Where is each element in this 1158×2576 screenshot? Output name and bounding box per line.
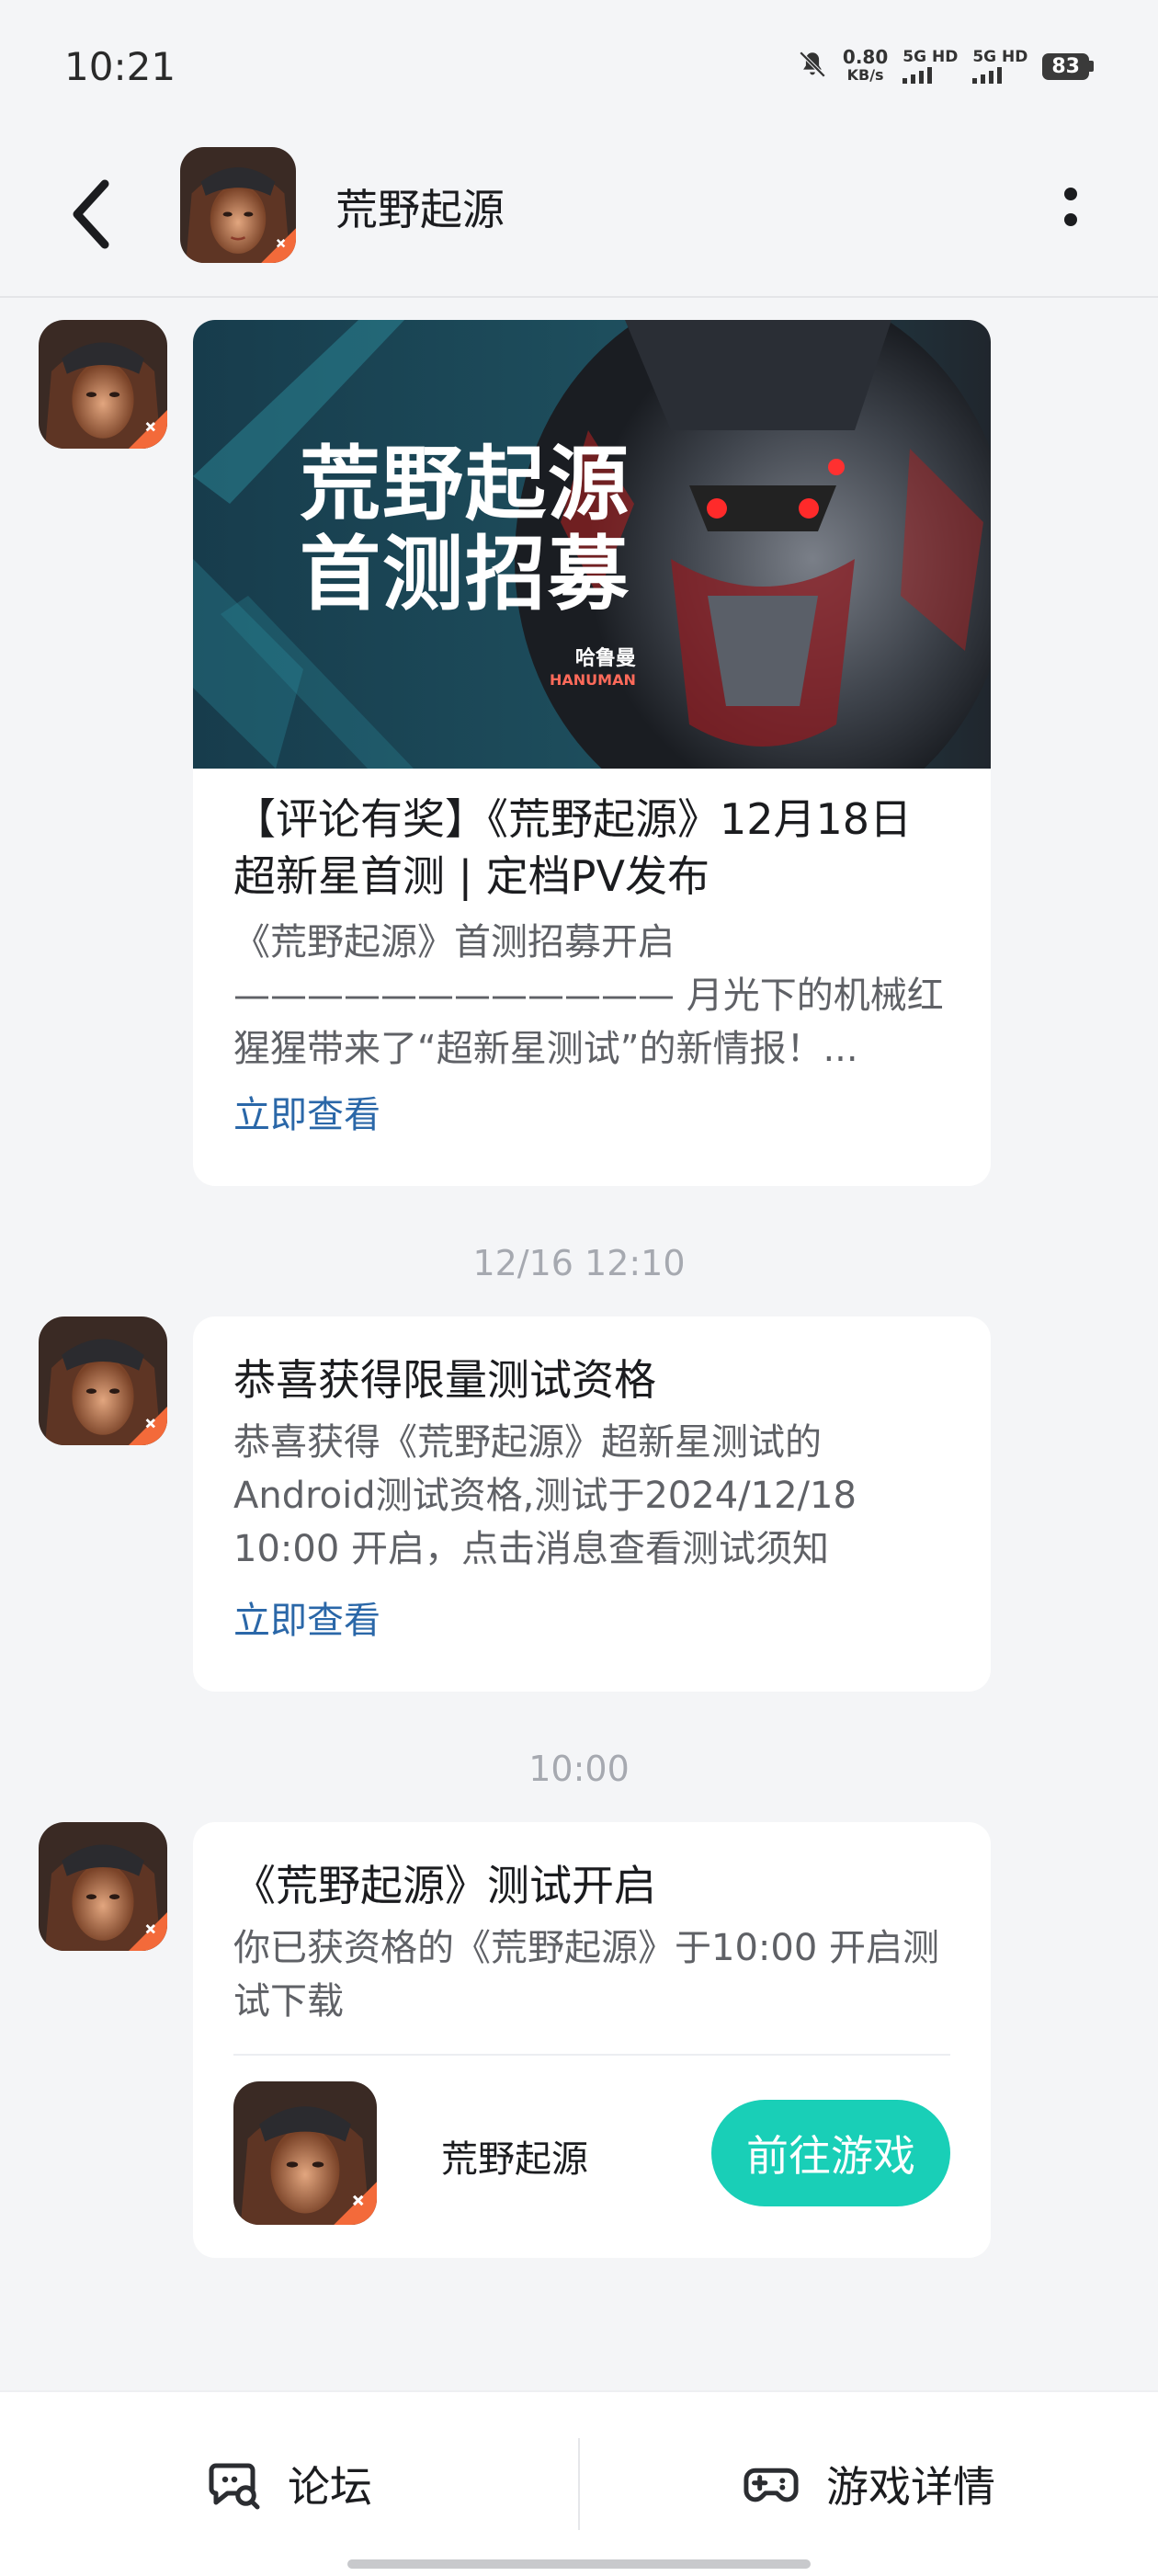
sender-avatar[interactable] — [39, 1822, 167, 1951]
test-open-title: 《荒野起源》测试开启 — [233, 1861, 656, 1910]
banner-tag-en: HANUMAN — [550, 671, 636, 689]
status-bar: 10:21 0.80 KB/s 5G HD 5G HD 83 — [0, 0, 1158, 138]
game-row: 荒野起源 前往游戏 — [233, 2056, 950, 2252]
test-open-text: 你已获资格的《荒野起源》于10:00 开启测试下载 — [233, 1927, 939, 2023]
banner-line-1: 荒野起源 — [300, 437, 631, 531]
news-summary: 《荒野起源》首测招募开启 ———————————— 月光下的机械红猩猩带来了“超… — [233, 921, 944, 1070]
news-card[interactable]: 荒野起源 首测招募 哈鲁曼 HANUMAN 【评论有奖】《荒野起源》12月18日… — [193, 320, 991, 1186]
net-speed: 0.80 KB/s — [843, 48, 888, 85]
signal-icon — [972, 65, 1003, 84]
game-logo-icon — [39, 1822, 167, 1951]
sender-avatar[interactable] — [39, 1316, 167, 1445]
top-nav-bar: 荒野起源 — [0, 138, 1158, 298]
banner-headline: 荒野起源 首测招募 — [300, 439, 630, 620]
game-icon[interactable] — [233, 2081, 377, 2225]
gamepad-icon — [744, 2468, 799, 2502]
tab-forum[interactable]: 论坛 — [0, 2392, 579, 2576]
qualification-title: 恭喜获得限量测试资格 — [233, 1355, 656, 1405]
banner-tag: 哈鲁曼 HANUMAN — [550, 642, 636, 689]
back-arrow-icon — [73, 179, 109, 249]
app-icon[interactable] — [180, 147, 296, 263]
banner-tag-cn: 哈鲁曼 — [574, 647, 636, 670]
qualification-text: 恭喜获得《荒野起源》超新星测试的Android测试资格,测试于2024/12/1… — [233, 1421, 857, 1570]
news-banner[interactable]: 荒野起源 首测招募 哈鲁曼 HANUMAN — [193, 320, 991, 769]
game-logo-icon — [39, 1316, 167, 1445]
tab-game-details-label: 游戏详情 — [826, 2462, 995, 2512]
qualification-card[interactable]: 恭喜获得限量测试资格 恭喜获得《荒野起源》超新星测试的Android测试资格,测… — [193, 1316, 991, 1692]
status-time: 10:21 — [64, 44, 176, 89]
view-now-link[interactable]: 立即查看 — [233, 1594, 950, 1647]
game-name: 荒野起源 — [441, 2138, 588, 2181]
sim1-label: 5G HD — [903, 47, 959, 66]
home-indicator[interactable] — [347, 2559, 811, 2569]
go-to-game-button[interactable]: 前往游戏 — [711, 2100, 950, 2206]
mute-bell-icon — [797, 49, 828, 84]
game-logo-icon — [180, 147, 296, 263]
sim2-label: 5G HD — [972, 47, 1028, 66]
tab-game-details[interactable]: 游戏详情 — [579, 2392, 1158, 2576]
bottom-bar: 论坛 游戏详情 — [0, 2390, 1158, 2576]
tab-forum-label: 论坛 — [288, 2462, 372, 2512]
battery-level: 83 — [1042, 52, 1089, 80]
signal-icon — [903, 65, 933, 84]
back-button[interactable] — [64, 173, 119, 256]
sim1-signal: 5G HD — [903, 47, 959, 84]
sender-avatar[interactable] — [39, 320, 167, 449]
banner-line-2: 首测招募 — [300, 527, 631, 621]
forum-chat-icon — [209, 2463, 260, 2510]
battery-icon: 83 — [1042, 52, 1094, 80]
page-title: 荒野起源 — [335, 185, 505, 234]
test-open-card[interactable]: 《荒野起源》测试开启 你已获资格的《荒野起源》于10:00 开启测试下载 荒野起… — [193, 1822, 991, 2258]
view-now-link[interactable]: 立即查看 — [233, 1089, 950, 1142]
message-timestamp: 12/16 12:10 — [472, 1243, 686, 1283]
net-speed-value: 0.80 — [842, 46, 889, 68]
status-icons: 0.80 KB/s 5G HD 5G HD 83 — [797, 48, 1094, 85]
more-vertical-icon — [1064, 188, 1077, 226]
news-title: 【评论有奖】《荒野起源》12月18日超新星首测 | 定档PV发布 — [233, 794, 913, 901]
game-logo-icon — [39, 320, 167, 449]
more-options-button[interactable] — [1048, 175, 1094, 239]
net-speed-unit: KB/s — [846, 66, 884, 84]
game-logo-icon — [233, 2081, 377, 2225]
message-timestamp: 10:00 — [528, 1749, 630, 1789]
sim2-signal: 5G HD — [972, 47, 1028, 84]
